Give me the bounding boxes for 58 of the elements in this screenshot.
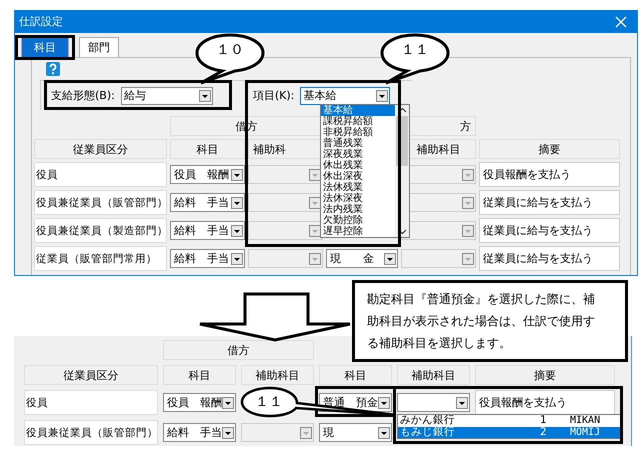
dropdown-option[interactable]: 休出残業 [321, 160, 395, 171]
combo-box[interactable]: 給料 手当 [163, 423, 236, 442]
speech-bubble [380, 33, 450, 85]
input-field[interactable]: 役員報酬を支払う [479, 162, 620, 187]
tab[interactable]: 部門 [79, 37, 119, 57]
field-label: 支給形態(B): [51, 88, 115, 103]
dropdown-option[interactable]: 普通残業 [321, 138, 395, 149]
tab[interactable]: 科目 [21, 37, 69, 57]
dropdown-option[interactable]: みかん銀行 1 MIKAN [398, 415, 620, 426]
column-header: 補助科目 [397, 365, 470, 385]
dropdown-option[interactable]: 法休深夜 [321, 193, 395, 204]
callout-number: １１ [400, 41, 430, 59]
combo-box[interactable]: 役員 報酬 [163, 393, 236, 412]
dropdown-option[interactable]: もみじ銀行 2 MOMIJ [398, 426, 620, 438]
callout-number: １１ [254, 393, 284, 411]
dropdown-option[interactable]: 遅早控除 [321, 226, 395, 237]
combo-box[interactable]: 給料 手当 [170, 193, 245, 212]
dropdown-option[interactable]: 欠勤控除 [321, 215, 395, 226]
dropdown-option[interactable]: 休出深夜 [321, 171, 395, 182]
group-header: 借方 [163, 340, 314, 360]
row-label: 役員 [34, 162, 167, 187]
column-header: 科目 [319, 365, 392, 385]
window-title: 仕訳設定 [19, 14, 63, 29]
item-select[interactable]: 基本給 [300, 86, 390, 104]
combo-box[interactable]: 給料 手当 [170, 221, 245, 240]
column-header: 補助科目 [241, 365, 314, 385]
highlight-frame [15, 35, 75, 60]
combo-box[interactable]: 現 [319, 423, 392, 442]
column-header: 科目 [170, 139, 245, 159]
combo-box[interactable]: 現 金 [326, 249, 398, 268]
dropdown-option[interactable]: 法休残業 [321, 182, 395, 193]
input-field[interactable]: 役員報酬を支払う [475, 390, 615, 415]
input-field[interactable]: 従業員に給与を支払う [479, 190, 620, 215]
close-icon[interactable] [615, 16, 627, 28]
combo-box[interactable] [397, 393, 470, 412]
column-header: 摘要 [475, 365, 615, 385]
dropdown-option[interactable]: 深夜残業 [321, 149, 395, 160]
dropdown-option[interactable]: 法内残業 [321, 204, 395, 215]
combo-box[interactable]: 役員 報酬 [170, 165, 245, 184]
column-header: 科目 [163, 365, 236, 385]
column-header: 摘要 [479, 139, 620, 159]
help-icon[interactable] [46, 62, 60, 76]
speech-bubble [195, 33, 265, 85]
row-label: 役員兼従業員（製造部門） [34, 218, 167, 243]
note-text: 勘定科目『普通預金』を選択した際に、補助科目が表示された場合は、仕訳で使用する補助科目を選択します。 [367, 292, 595, 350]
row-label: 役員 [24, 390, 158, 415]
column-header: 従業員区分 [24, 365, 158, 385]
input-field[interactable]: 従業員に給与を支払う [479, 246, 620, 271]
field-label: 項目(K): [252, 88, 294, 103]
payment-type-select[interactable]: 給与 [120, 86, 213, 104]
callout-number: １０ [215, 41, 245, 59]
dropdown-option[interactable]: 基本給 [321, 105, 395, 116]
row-label: 役員兼従業員（販管部門） [34, 190, 167, 215]
input-field[interactable]: 従業員に給与を支払う [479, 218, 620, 243]
row-label: 従業員（販管部門常用） [34, 246, 167, 271]
combo-box[interactable]: 給料 手当 [170, 249, 245, 268]
column-header: 従業員区分 [34, 139, 167, 159]
row-label: 役員兼従業員（販管部門） [24, 420, 158, 445]
